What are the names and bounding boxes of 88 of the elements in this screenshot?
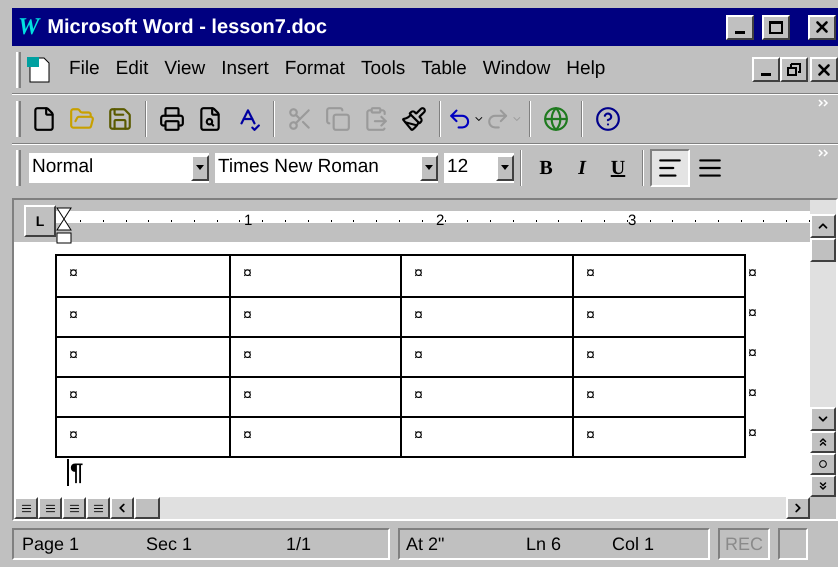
font-dropdown[interactable]: Times New Roman	[215, 152, 438, 182]
end-of-row-mark: ¤	[747, 304, 757, 324]
table-cell[interactable]: ¤	[572, 338, 744, 376]
menu-item[interactable]: File	[61, 55, 108, 84]
restore-button[interactable]	[780, 57, 808, 82]
scroll-left-button[interactable]	[110, 497, 134, 519]
end-of-row-mark: ¤	[747, 344, 757, 364]
menu-item[interactable]: Edit	[108, 55, 156, 84]
section-number: Sec 1	[146, 532, 194, 556]
table-cell[interactable]: ¤	[572, 418, 744, 456]
scroll-right-button[interactable]	[786, 497, 810, 519]
caret-icon	[425, 165, 433, 170]
caret-icon	[196, 165, 204, 170]
menu-item[interactable]: Window	[474, 55, 558, 84]
browse-object-button[interactable]	[810, 453, 836, 475]
end-of-row-mark: ¤	[747, 264, 757, 284]
table-cell[interactable]: ¤	[572, 298, 744, 336]
close-button[interactable]	[810, 57, 838, 82]
table-cell[interactable]: ¤	[229, 418, 400, 456]
next-page-button[interactable]	[810, 475, 836, 497]
menu-item[interactable]: Tools	[352, 55, 414, 84]
double-arrow-up-icon	[817, 436, 829, 448]
print-layout-view-button[interactable]	[62, 497, 86, 519]
outline-view-button[interactable]	[86, 497, 110, 519]
lines-icon	[68, 502, 80, 514]
ruler-number: 2	[436, 211, 444, 231]
bold-button[interactable]: B	[528, 150, 564, 186]
vertical-scrollbar[interactable]	[810, 200, 836, 497]
ruler-number: 1	[244, 211, 252, 231]
italic-button[interactable]: I	[564, 150, 600, 186]
window-title: Microsoft Word - lesson7.doc	[47, 15, 328, 40]
style-dropdown[interactable]: Normal	[29, 152, 209, 182]
paragraph-mark: ¶	[67, 459, 84, 486]
word-logo-icon: W	[18, 15, 40, 39]
table-cell[interactable]: ¤	[400, 378, 572, 416]
tab-selector[interactable]: L	[24, 205, 56, 237]
double-arrow-down-icon	[817, 480, 829, 492]
maximize-button[interactable]	[762, 14, 790, 40]
close-icon	[813, 18, 831, 36]
table-cell[interactable]: ¤	[400, 418, 572, 456]
web-layout-view-button[interactable]	[38, 497, 62, 519]
table-cell[interactable]: ¤	[57, 378, 229, 416]
page-count: 1/1	[286, 532, 312, 556]
ruler-number: 3	[628, 211, 636, 231]
circle-icon	[819, 460, 827, 468]
restore-icon	[787, 63, 801, 76]
table-cell[interactable]: ¤	[57, 298, 229, 336]
table-cell[interactable]: ¤	[57, 418, 229, 456]
table-cell[interactable]: ¤	[400, 338, 572, 376]
menu-item[interactable]: Table	[413, 55, 475, 84]
table-cell[interactable]: ¤	[57, 256, 229, 296]
end-of-row-mark: ¤	[747, 424, 757, 444]
menu-item[interactable]: Insert	[213, 55, 277, 84]
line-number: Ln 6	[526, 532, 562, 556]
scrollbar-corner	[810, 497, 836, 519]
table-cell[interactable]: ¤	[57, 338, 229, 376]
minimize-button[interactable]	[726, 14, 754, 40]
menu-item[interactable]: View	[156, 55, 214, 84]
close-button[interactable]	[808, 14, 836, 40]
table-cell[interactable]: ¤	[229, 338, 400, 376]
table-cell[interactable]: ¤	[572, 378, 744, 416]
lines-icon	[20, 502, 32, 514]
minimize-button[interactable]	[752, 57, 780, 82]
menu-item[interactable]: Help	[558, 55, 614, 84]
scroll-down-button[interactable]	[810, 407, 836, 431]
previous-page-button[interactable]	[810, 431, 836, 453]
table-cell[interactable]: ¤	[572, 256, 744, 296]
table-cell[interactable]: ¤	[400, 256, 572, 296]
scroll-thumb[interactable]	[810, 238, 836, 262]
table-cell[interactable]: ¤	[229, 378, 400, 416]
end-of-row-mark: ¤	[747, 384, 757, 404]
normal-view-button[interactable]	[14, 497, 38, 519]
table-cell[interactable]: ¤	[229, 298, 400, 336]
status-panel	[778, 528, 808, 560]
underline-button[interactable]: U	[600, 150, 636, 186]
font-size-dropdown[interactable]: 12	[444, 152, 514, 182]
menu-item[interactable]: Format	[276, 55, 353, 84]
lines-icon	[44, 502, 56, 514]
lines-icon	[92, 502, 104, 514]
scroll-up-button[interactable]	[810, 214, 836, 238]
table-cell[interactable]: ¤	[229, 256, 400, 296]
scroll-thumb[interactable]	[134, 497, 160, 519]
table-cell[interactable]: ¤	[400, 298, 572, 336]
column-number: Col 1	[612, 532, 654, 556]
page-number: Page 1	[22, 532, 80, 556]
caret-icon	[501, 165, 509, 170]
align-left-button[interactable]	[650, 148, 690, 186]
cursor-position: At 2"	[406, 532, 446, 556]
